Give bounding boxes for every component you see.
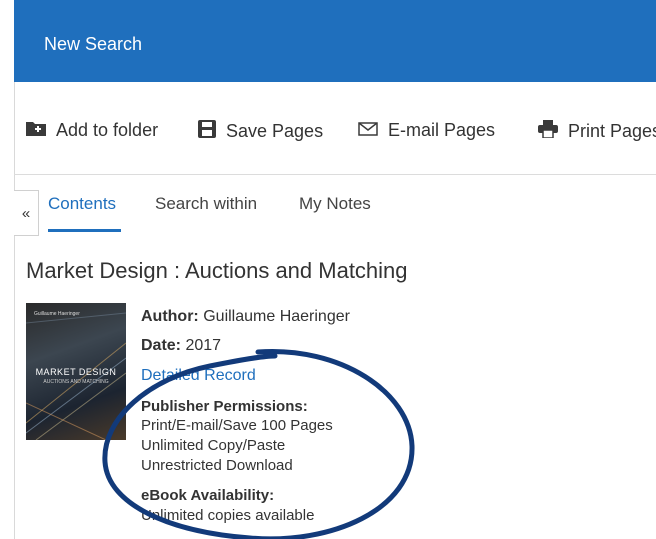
toolbar: Add to folder Save Pages E-mail Pages Pr… bbox=[14, 82, 656, 175]
permission-copy-paste: Unlimited Copy/Paste bbox=[141, 437, 286, 454]
active-tab-indicator bbox=[48, 229, 121, 232]
top-bar: New Search bbox=[14, 0, 656, 82]
cover-author: Guillaume Haeringer bbox=[34, 311, 80, 317]
date-label: Date: bbox=[141, 337, 182, 354]
collapse-panel-button[interactable]: « bbox=[14, 190, 39, 236]
author-value: Guillaume Haeringer bbox=[203, 308, 350, 325]
save-icon bbox=[198, 120, 216, 143]
permission-print-email-save: Print/E-mail/Save 100 Pages bbox=[141, 417, 333, 434]
new-search-link[interactable]: New Search bbox=[44, 34, 142, 55]
printer-icon bbox=[538, 120, 558, 143]
cover-title: MARKET DESIGN bbox=[35, 367, 117, 377]
add-to-folder-button[interactable]: Add to folder bbox=[26, 120, 158, 141]
author-label: Author: bbox=[141, 308, 199, 325]
email-pages-button[interactable]: E-mail Pages bbox=[358, 120, 495, 141]
save-pages-label: Save Pages bbox=[226, 121, 324, 141]
detailed-record-link[interactable]: Detailed Record bbox=[141, 367, 256, 385]
tab-my-notes[interactable]: My Notes bbox=[299, 194, 371, 214]
envelope-icon bbox=[358, 120, 378, 141]
publisher-permissions-heading: Publisher Permissions: bbox=[141, 398, 308, 415]
left-margin bbox=[0, 0, 14, 539]
cover-subtitle: AUCTIONS AND MATCHING bbox=[43, 379, 109, 385]
tab-contents[interactable]: Contents bbox=[48, 194, 116, 214]
ebook-availability-value: Unlimited copies available bbox=[141, 507, 315, 524]
date-row: Date: 2017 bbox=[141, 337, 221, 355]
email-pages-label: E-mail Pages bbox=[388, 120, 496, 140]
print-pages-button[interactable]: Print Pages bbox=[538, 120, 656, 143]
author-row: Author: Guillaume Haeringer bbox=[141, 308, 350, 326]
permission-download: Unrestricted Download bbox=[141, 457, 293, 474]
folder-plus-icon bbox=[26, 120, 46, 141]
date-value: 2017 bbox=[185, 337, 222, 354]
save-pages-button[interactable]: Save Pages bbox=[198, 120, 323, 143]
add-to-folder-label: Add to folder bbox=[56, 120, 159, 140]
double-chevron-left-icon: « bbox=[21, 204, 31, 222]
tab-search-within[interactable]: Search within bbox=[155, 194, 257, 214]
book-title: Market Design : Auctions and Matching bbox=[26, 258, 408, 283]
book-cover[interactable]: Guillaume Haeringer MARKET DESIGN AUCTIO… bbox=[26, 303, 126, 440]
ebook-availability-heading: eBook Availability: bbox=[141, 487, 275, 504]
print-pages-label: Print Pages bbox=[568, 121, 656, 141]
